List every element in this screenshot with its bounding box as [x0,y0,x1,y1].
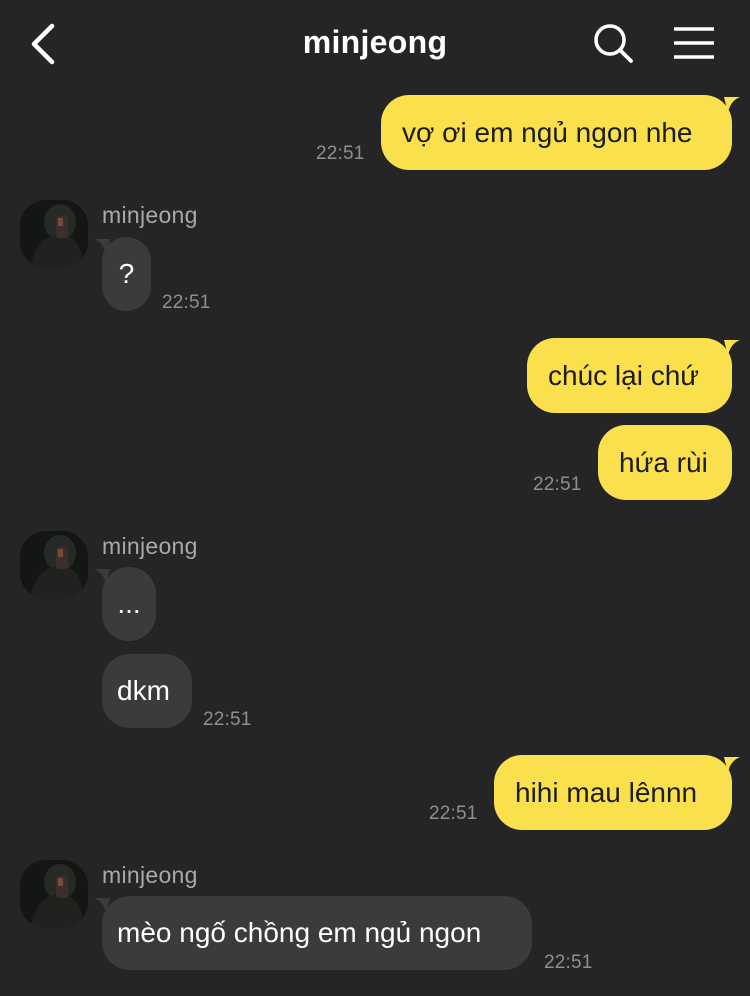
incoming-message-bubble[interactable]: mèo ngố chồng em ngủ ngon [94,896,532,970]
message-text: chúc lại chứ [548,359,700,391]
message-timestamp: 22:51 [316,143,365,164]
hamburger-menu-icon [674,27,714,59]
sender-name: minjeong [102,202,198,228]
sender-name: minjeong [102,533,198,559]
chat-title: minjeong [302,24,448,60]
incoming-message-bubble[interactable]: ? [94,237,151,311]
search-button[interactable] [590,20,636,66]
message-text: vợ ơi em ngủ ngon nhe [402,116,693,148]
message-text: mèo ngố chồng em ngủ ngon [117,917,482,948]
message-timestamp: 22:51 [533,474,582,495]
avatar[interactable] [20,200,88,268]
menu-button[interactable] [670,22,718,64]
message-timestamp: 22:51 [544,952,593,973]
message-text: hihi mau lênnn [515,776,698,808]
message-timestamp: 22:51 [429,803,478,824]
outgoing-message-bubble[interactable]: vợ ơi em ngủ ngon nhe [381,95,740,170]
message-timestamp: 22:51 [162,292,211,313]
message-text: ... [117,588,141,619]
avatar[interactable] [20,860,88,928]
outgoing-message-bubble[interactable]: chúc lại chứ [527,338,740,413]
message-text: ? [118,258,135,289]
message-timestamp: 22:51 [203,709,252,730]
outgoing-message-bubble[interactable]: hihi mau lênnn [494,755,740,830]
incoming-message-bubble[interactable]: dkm [102,654,192,728]
message-text: hứa rùi [619,446,708,478]
avatar[interactable] [20,531,88,599]
incoming-message-bubble[interactable]: ... [94,567,156,641]
sender-name: minjeong [102,862,198,888]
chat-header: minjeong [0,0,750,88]
search-icon [594,24,633,63]
outgoing-message-bubble[interactable]: hứa rùi [598,425,732,500]
message-text: dkm [117,675,170,706]
